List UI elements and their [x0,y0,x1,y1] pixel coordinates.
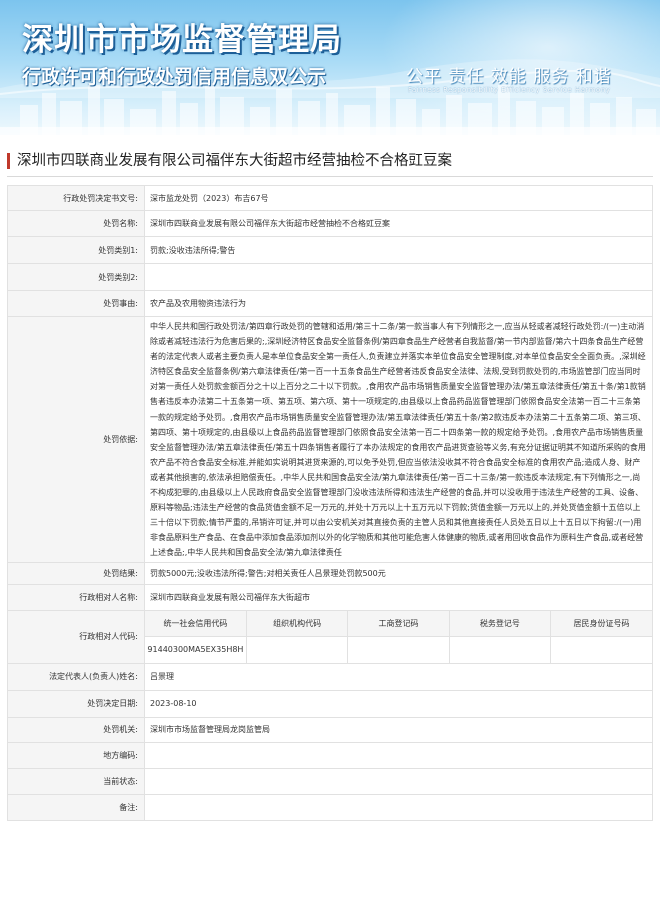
header-credit-code: 统一社会信用代码 [145,610,247,637]
banner-title: 深圳市市场监督管理局 [22,22,342,58]
row-current-status: 当前状态: [7,767,653,795]
case-title-bar: 深圳市四联商业发展有限公司福伴东大街超市经营抽检不合格豇豆案 [7,151,653,177]
party-code-header-row: 统一社会信用代码 组织机构代码 工商登记码 税务登记号 居民身份证号码 [145,610,652,637]
party-code-table: 统一社会信用代码 组织机构代码 工商登记码 税务登记号 居民身份证号码 9144… [145,610,652,663]
row-category1: 处罚类别1: 罚款;没收违法所得;警告 [7,236,653,264]
banner-motto-english: Fairness Responsibility Efficiency Servi… [408,86,611,94]
party-code-value-row: 91440300MA5EX35H8H [145,636,652,663]
value-case-name: 深圳市四联商业发展有限公司福伴东大街超市经营抽检不合格豇豆案 [144,210,653,237]
label-basis: 处罚依据: [7,316,145,563]
label-decision-date: 处罚决定日期: [7,689,145,718]
value-party-name: 深圳市四联商业发展有限公司福伴东大街超市 [144,583,653,611]
label-local-code: 地方编码: [7,741,145,769]
header-org-code: 组织机构代码 [245,610,349,637]
row-basis: 处罚依据: 中华人民共和国行政处罚法/第四章行政处罚的管辖和适用/第三十二条/第… [7,316,653,563]
header-business-reg-code: 工商登记码 [347,610,450,637]
label-remarks: 备注: [7,793,145,821]
row-party-name: 行政相对人名称: 深圳市四联商业发展有限公司福伴东大街超市 [7,583,653,611]
label-result: 处罚结果: [7,561,145,585]
label-legal-rep: 法定代表人(负责人)姓名: [7,662,145,691]
banner-motto: 公平 责任 效能 服务 和谐 [406,67,612,87]
value-decision-date: 2023-08-10 [144,689,653,718]
value-category2 [144,263,653,291]
row-legal-rep: 法定代表人(负责人)姓名: 吕景理 [7,662,653,691]
label-party-name: 行政相对人名称: [7,583,145,611]
banner-subtitle: 行政许可和行政处罚信用信息双公示 [22,66,327,88]
row-local-code: 地方编码: [7,741,653,769]
value-decision-no: 深市监龙处罚（2023）布吉67号 [144,185,653,211]
value-authority: 深圳市市场监督管理局龙岗监管局 [144,716,653,743]
penalty-info-table: 行政处罚决定书文号: 深市监龙处罚（2023）布吉67号 处罚名称: 深圳市四联… [7,185,653,821]
value-tax-reg-no [448,636,552,663]
value-local-code [144,741,653,769]
label-party-code: 行政相对人代码: [7,609,145,664]
label-category1: 处罚类别1: [7,236,145,264]
row-decision-no: 行政处罚决定书文号: 深市监龙处罚（2023）布吉67号 [7,185,653,211]
value-legal-rep: 吕景理 [144,662,653,691]
label-authority: 处罚机关: [7,716,145,743]
header-id-card-no: 居民身份证号码 [550,610,652,637]
value-result: 罚款5000元;没收违法所得;警告;对相关责任人吕景理处罚款500元 [144,561,653,585]
row-party-code: 行政相对人代码: 统一社会信用代码 组织机构代码 工商登记码 税务登记号 居民身… [7,609,653,664]
value-org-code [245,636,349,663]
value-credit-code: 91440300MA5EX35H8H [145,636,247,663]
row-remarks: 备注: [7,793,653,821]
value-basis: 中华人民共和国行政处罚法/第四章行政处罚的管辖和适用/第三十二条/第一款当事人有… [144,316,653,563]
row-authority: 处罚机关: 深圳市市场监督管理局龙岗监管局 [7,716,653,743]
title-accent-bar [7,153,10,169]
value-reason: 农产品及农用物资违法行为 [144,290,653,317]
row-case-name: 处罚名称: 深圳市四联商业发展有限公司福伴东大街超市经营抽检不合格豇豆案 [7,210,653,237]
value-remarks [144,793,653,821]
label-decision-no: 行政处罚决定书文号: [7,185,145,211]
label-case-name: 处罚名称: [7,210,145,237]
label-category2: 处罚类别2: [7,263,145,291]
header-banner: 深圳市市场监督管理局 行政许可和行政处罚信用信息双公示 公平 责任 效能 服务 … [0,0,660,135]
row-reason: 处罚事由: 农产品及农用物资违法行为 [7,290,653,317]
value-category1: 罚款;没收违法所得;警告 [144,236,653,264]
row-category2: 处罚类别2: [7,263,653,291]
row-result: 处罚结果: 罚款5000元;没收违法所得;警告;对相关责任人吕景理处罚款500元 [7,561,653,585]
value-business-reg-code [347,636,450,663]
page-title: 深圳市四联商业发展有限公司福伴东大街超市经营抽检不合格豇豆案 [17,153,452,169]
value-current-status [144,767,653,795]
party-code-cell: 统一社会信用代码 组织机构代码 工商登记码 税务登记号 居民身份证号码 9144… [144,609,653,664]
header-tax-reg-no: 税务登记号 [448,610,552,637]
label-current-status: 当前状态: [7,767,145,795]
row-decision-date: 处罚决定日期: 2023-08-10 [7,689,653,718]
label-reason: 处罚事由: [7,290,145,317]
value-id-card-no [550,636,652,663]
